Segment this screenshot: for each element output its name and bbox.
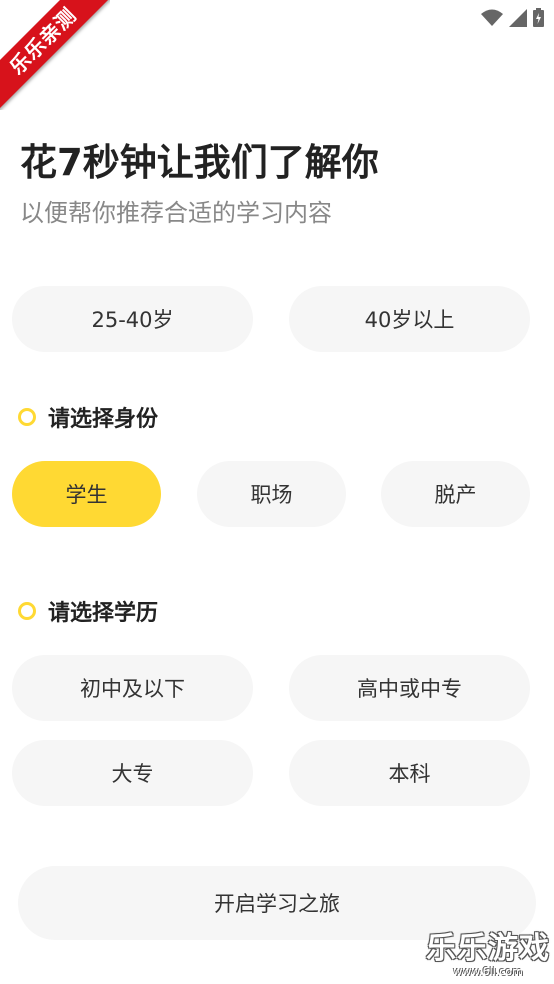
identity-section-heading: 请选择身份 xyxy=(18,401,158,433)
page-subtitle: 以便帮你推荐合适的学习内容 xyxy=(20,199,332,227)
onboarding-screen: 乐乐亲测 花7秒钟让我们了解你 以便帮你推荐合适的学习内容 25-40岁 40岁… xyxy=(0,0,554,984)
identity-heading-label: 请选择身份 xyxy=(48,407,159,432)
education-heading-label: 请选择学历 xyxy=(48,601,159,626)
education-section-heading: 请选择学历 xyxy=(18,595,158,627)
site-watermark-title: 乐乐游戏 xyxy=(426,931,550,966)
identity-option-workplace[interactable]: 职场 xyxy=(197,461,346,527)
identity-option-student[interactable]: 学生 xyxy=(12,461,161,527)
wifi-icon xyxy=(481,9,503,26)
cell-signal-icon xyxy=(509,8,527,27)
site-watermark: 乐乐游戏 www.6ll.com xyxy=(426,923,550,978)
ring-bullet-icon xyxy=(18,408,36,426)
status-icons xyxy=(481,8,544,27)
corner-ribbon-watermark: 乐乐亲测 xyxy=(0,0,110,110)
age-option-25-40[interactable]: 25-40岁 xyxy=(12,286,253,352)
ribbon-text: 乐乐亲测 xyxy=(0,0,110,110)
education-option-junior-high[interactable]: 初中及以下 xyxy=(12,655,253,721)
education-option-bachelor[interactable]: 本科 xyxy=(289,740,530,806)
identity-option-fulltime-study[interactable]: 脱产 xyxy=(381,461,530,527)
education-option-senior-high[interactable]: 高中或中专 xyxy=(289,655,530,721)
battery-charging-icon xyxy=(533,8,544,27)
ring-bullet-icon xyxy=(18,602,36,620)
page-title: 花7秒钟让我们了解你 xyxy=(20,141,379,184)
age-option-40-plus[interactable]: 40岁以上 xyxy=(289,286,530,352)
education-option-college[interactable]: 大专 xyxy=(12,740,253,806)
